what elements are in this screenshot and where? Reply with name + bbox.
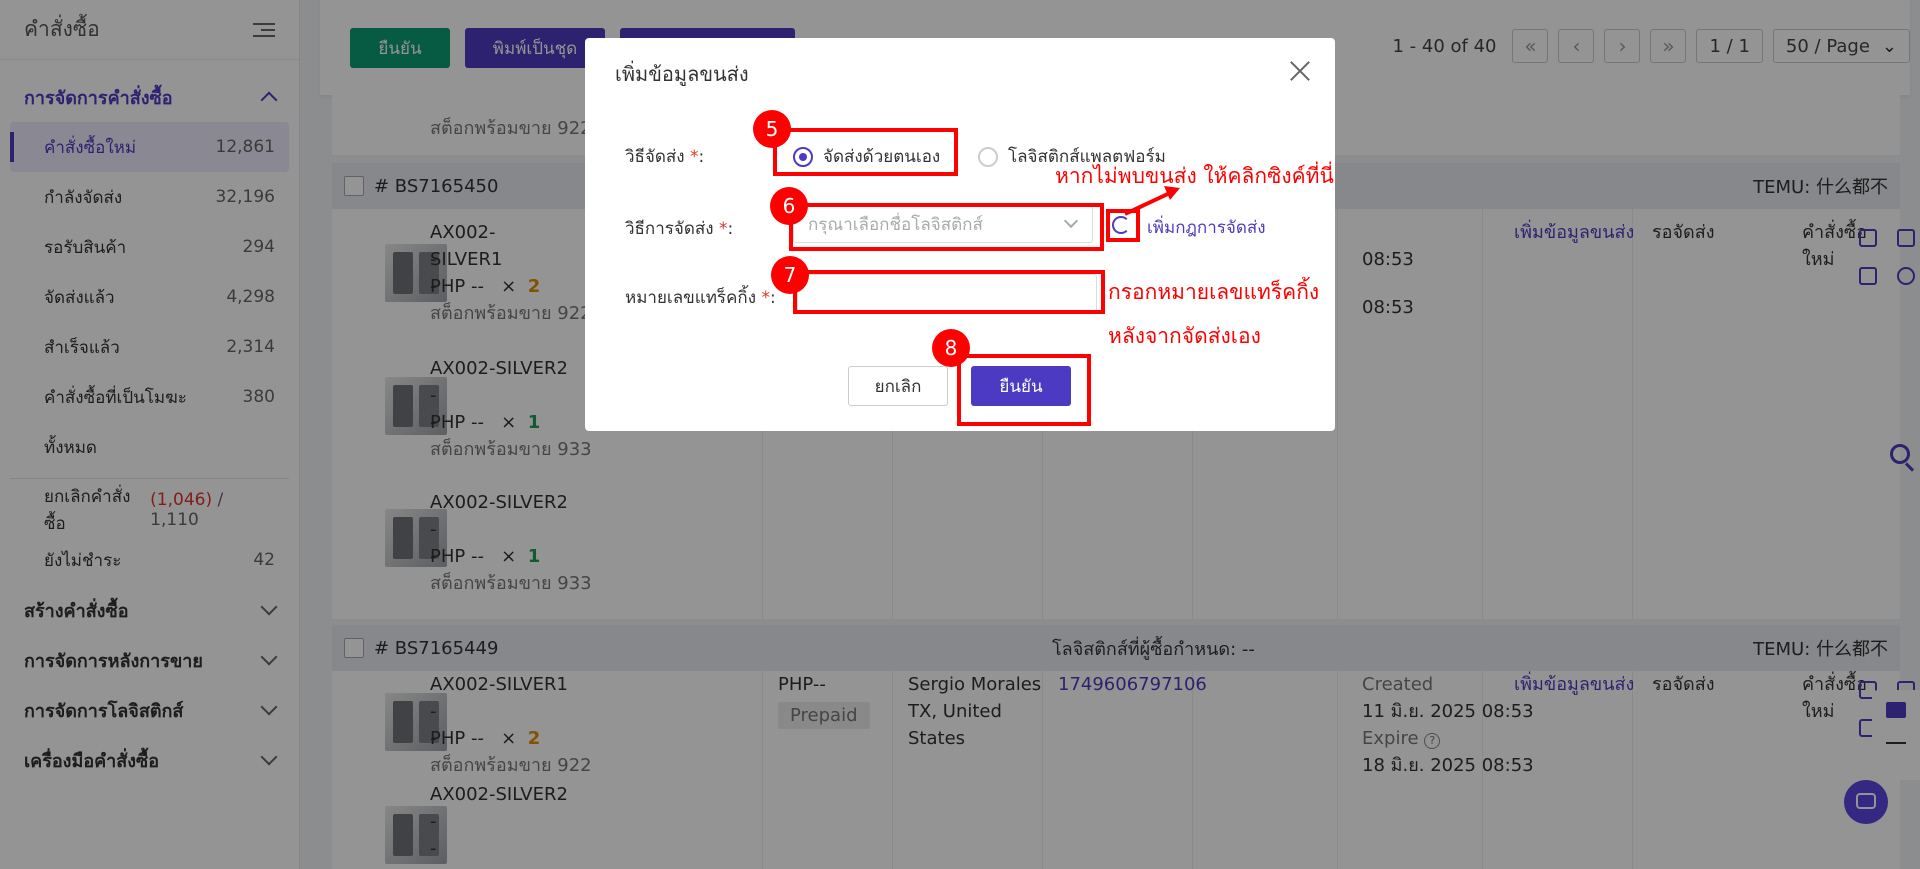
required-mark: * [761, 288, 770, 308]
cancel-button[interactable]: ยกเลิก [848, 366, 948, 406]
annotation-note-tracking: กรอกหมายเลขแทร็คกิ้ง [1108, 280, 1320, 304]
ship-type-label: วิธีจัดส่ง *: [625, 143, 704, 170]
highlight-logistics-select [789, 203, 1104, 251]
label-colon: : [769, 288, 776, 308]
label-text: วิธีจัดส่ง [625, 147, 685, 167]
highlight-self-ship [773, 128, 958, 176]
radio-unchecked-icon [978, 146, 998, 167]
modal-title: เพิ่มข้อมูลขนส่ง [615, 62, 749, 86]
label-colon: : [698, 147, 705, 167]
highlight-tracking-input [793, 270, 1105, 314]
highlight-confirm [957, 354, 1091, 426]
label-text: หมายเลขแทร็คกิ้ง [625, 288, 757, 308]
label-colon: : [727, 219, 734, 239]
step-badge-5: 5 [753, 110, 791, 148]
label-text: วิธีการจัดส่ง [625, 219, 714, 239]
required-mark: * [690, 147, 699, 167]
tracking-label: หมายเลขแทร็คกิ้ง *: [625, 284, 776, 311]
annotation-note-after-ship: หลังจากจัดส่งเอง [1108, 324, 1261, 348]
annotation-note-sync: หากไม่พบขนส่ง ให้คลิกซิงค์ที่นี่ [1055, 164, 1334, 188]
step-badge-6: 6 [770, 187, 808, 225]
ship-method-label: วิธีการจัดส่ง *: [625, 215, 733, 242]
close-icon[interactable] [1289, 60, 1311, 82]
step-badge-8: 8 [932, 329, 970, 367]
step-badge-7: 7 [771, 256, 809, 294]
